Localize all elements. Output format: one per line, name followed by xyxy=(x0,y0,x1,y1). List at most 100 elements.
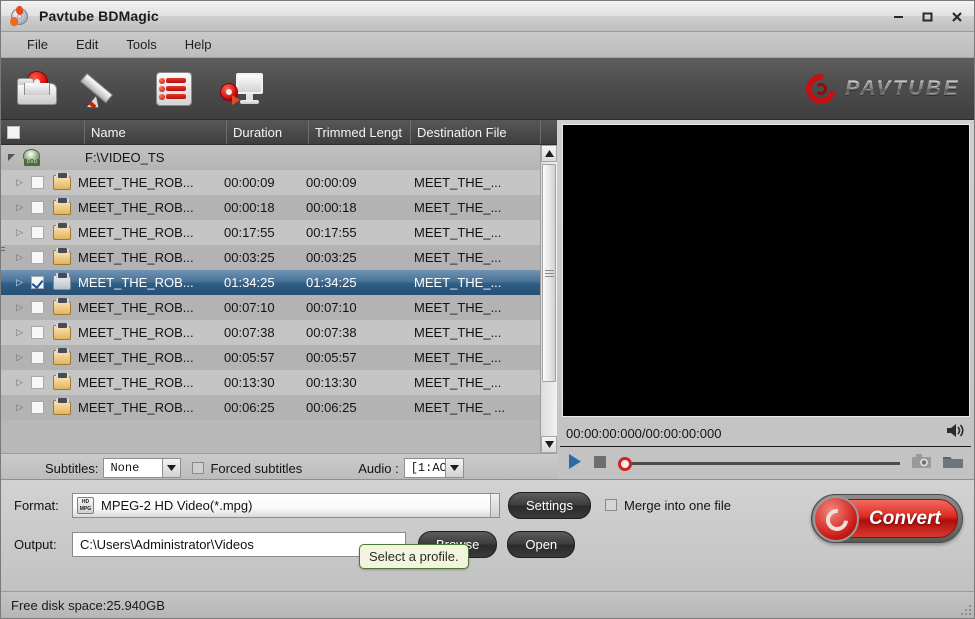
audio-dropdown[interactable]: [1:AC xyxy=(403,458,464,478)
row-checkbox[interactable] xyxy=(31,201,44,214)
expand-triangle-icon[interactable]: ▷ xyxy=(1,327,31,338)
expand-triangle-icon[interactable] xyxy=(1,150,21,165)
row-trimmed-length: 00:06:25 xyxy=(306,400,357,415)
stop-icon[interactable] xyxy=(594,455,606,473)
file-list-scrollbar[interactable] xyxy=(540,145,557,453)
row-name: MEET_THE_ROB... xyxy=(78,375,194,390)
row-name: MEET_THE_ROB... xyxy=(78,225,194,240)
audio-selection: Audio : [1:AC xyxy=(358,458,464,478)
minimize-icon[interactable] xyxy=(885,4,912,30)
merge-checkbox[interactable] xyxy=(604,499,617,511)
column-destination-file[interactable]: Destination File xyxy=(411,120,541,144)
audio-label: Audio : xyxy=(358,460,399,476)
close-icon[interactable] xyxy=(943,4,970,30)
row-trimmed-length: 00:00:18 xyxy=(306,200,357,215)
seek-handle[interactable] xyxy=(618,456,632,471)
row-checkbox[interactable] xyxy=(31,326,44,339)
row-checkbox[interactable] xyxy=(31,176,44,189)
output-path-input[interactable]: C:\Users\Administrator\Videos xyxy=(72,531,406,557)
resize-grip[interactable] xyxy=(960,604,971,615)
expand-triangle-icon[interactable]: ▷ xyxy=(1,177,31,188)
table-row[interactable]: ▷ MEET_THE_ROB... 01:34:25 01:34:25 MEET_THE… xyxy=(1,270,540,295)
row-destination-file: MEET_THE_... xyxy=(414,175,502,190)
subtitles-label: Subtitles: xyxy=(45,460,99,476)
scroll-up-icon[interactable] xyxy=(541,145,557,162)
disc-root-path: F:\VIDEO_TS xyxy=(85,150,165,165)
maximize-icon[interactable] xyxy=(914,4,941,30)
load-disc-icon[interactable] xyxy=(15,67,61,111)
edit-pencil-icon[interactable] xyxy=(79,67,129,113)
camera-icon[interactable] xyxy=(912,453,931,474)
expand-triangle-icon[interactable]: ▷ xyxy=(1,277,31,288)
dvd-disc-icon: DVD xyxy=(21,148,43,167)
row-checkbox[interactable] xyxy=(31,376,44,389)
play-icon[interactable] xyxy=(568,453,582,474)
output-label: Output: xyxy=(14,536,57,552)
row-checkbox[interactable] xyxy=(31,251,44,264)
splitter-grip[interactable] xyxy=(1,240,5,251)
merge-label: Merge into one file xyxy=(623,497,731,513)
table-row[interactable]: ▷ MEET_THE_ROB... 00:00:09 00:00:09 MEET_THE… xyxy=(1,170,540,195)
row-name: MEET_THE_ROB... xyxy=(78,325,194,340)
expand-triangle-icon[interactable]: ▷ xyxy=(1,302,31,313)
settings-button[interactable]: Settings xyxy=(508,491,591,519)
row-destination-file: MEET_THE_... xyxy=(414,250,502,265)
table-row[interactable]: ▷ MEET_THE_ROB... 00:03:25 00:03:25 MEET_THE… xyxy=(1,245,540,270)
format-dropdown[interactable]: HD MPG MPEG-2 HD Video(*.mpg) xyxy=(72,492,500,518)
table-row[interactable]: ▷ MEET_THE_ROB... 00:00:18 00:00:18 MEET_THE… xyxy=(1,195,540,220)
table-row[interactable]: ▷ MEET_THE_ROB... 00:13:30 00:13:30 MEET_THE… xyxy=(1,370,540,395)
forced-subtitles-option[interactable]: Forced subtitles xyxy=(192,461,302,476)
table-row[interactable]: ▷ MEET_THE_ROB... 00:06:25 00:06:25 MEET_THE… xyxy=(1,395,540,420)
add-from-list-icon[interactable] xyxy=(151,67,197,111)
row-checkbox[interactable] xyxy=(31,276,44,289)
disc-root-row[interactable]: DVD F:\VIDEO_TS xyxy=(1,145,540,170)
open-button[interactable]: Open xyxy=(507,530,576,558)
folder-icon[interactable] xyxy=(943,454,963,474)
menu-edit[interactable]: Edit xyxy=(62,34,112,56)
column-name[interactable]: Name xyxy=(85,120,227,144)
scroll-down-icon[interactable] xyxy=(541,436,557,453)
speaker-icon[interactable] xyxy=(946,423,965,443)
expand-triangle-icon[interactable]: ▷ xyxy=(1,227,31,238)
video-preview[interactable] xyxy=(562,124,970,417)
row-name: MEET_THE_ROB... xyxy=(78,200,194,215)
subtitles-value: None xyxy=(110,461,140,475)
row-duration: 00:00:18 xyxy=(224,200,275,215)
row-trimmed-length: 00:13:30 xyxy=(306,375,357,390)
row-destination-file: MEET_THE_... xyxy=(414,325,502,340)
video-file-icon xyxy=(53,248,71,265)
expand-triangle-icon[interactable]: ▷ xyxy=(1,202,31,213)
format-dropdown-arrow[interactable] xyxy=(490,493,499,517)
menu-file[interactable]: File xyxy=(13,34,62,56)
seek-track xyxy=(628,462,900,465)
column-trimmed-length[interactable]: Trimmed Lengt xyxy=(309,120,411,144)
subtitles-dropdown[interactable]: None xyxy=(103,458,182,478)
column-duration[interactable]: Duration xyxy=(227,120,309,144)
row-destination-file: MEET_THE_... xyxy=(414,375,502,390)
expand-triangle-icon[interactable]: ▷ xyxy=(1,252,31,263)
table-row[interactable]: ▷ MEET_THE_ROB... 00:17:55 00:17:55 MEET_THE… xyxy=(1,220,540,245)
merge-option[interactable]: Merge into one file xyxy=(604,497,731,513)
table-row[interactable]: ▷ MEET_THE_ROB... 00:07:38 00:07:38 MEET_THE… xyxy=(1,320,540,345)
expand-triangle-icon[interactable]: ▷ xyxy=(1,377,31,388)
forced-subtitles-checkbox[interactable] xyxy=(192,462,205,474)
row-checkbox[interactable] xyxy=(31,226,44,239)
disc-to-monitor-icon[interactable] xyxy=(219,67,265,111)
expand-triangle-icon[interactable]: ▷ xyxy=(1,352,31,363)
scrollbar-thumb[interactable] xyxy=(542,164,556,382)
row-checkbox[interactable] xyxy=(31,401,44,414)
expand-triangle-icon[interactable]: ▷ xyxy=(1,402,31,413)
video-file-icon xyxy=(53,273,71,290)
video-file-icon xyxy=(53,323,71,340)
menu-help[interactable]: Help xyxy=(171,34,226,56)
seek-slider[interactable] xyxy=(618,456,900,471)
disc-burn-icon xyxy=(9,4,30,27)
menu-tools[interactable]: Tools xyxy=(112,34,170,56)
row-checkbox[interactable] xyxy=(31,301,44,314)
convert-button[interactable]: Convert xyxy=(811,494,963,543)
table-row[interactable]: ▷ MEET_THE_ROB... 00:07:10 00:07:10 MEET_THE… xyxy=(1,295,540,320)
select-all-checkbox[interactable] xyxy=(7,125,20,139)
row-checkbox[interactable] xyxy=(31,351,44,364)
select-all-cell[interactable] xyxy=(1,120,85,144)
table-row[interactable]: ▷ MEET_THE_ROB... 00:05:57 00:05:57 MEET_THE… xyxy=(1,345,540,370)
